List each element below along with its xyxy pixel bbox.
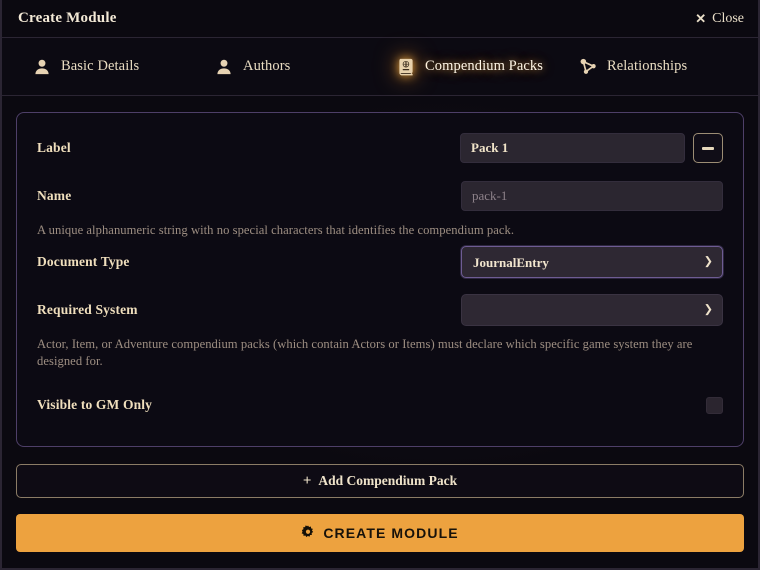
pack-label-input[interactable]	[460, 133, 685, 163]
field-row-name: Name	[37, 179, 723, 213]
pack-name-input[interactable]	[461, 181, 723, 211]
field-row-visible-gm-only: Visible to GM Only	[37, 388, 723, 422]
required-system-select[interactable]	[461, 294, 723, 327]
create-module-window: Create Module ✕ Close Basic Details Auth…	[0, 0, 760, 570]
minus-icon	[702, 146, 714, 150]
tab-label: Compendium Packs	[425, 58, 543, 74]
add-compendium-pack-label: Add Compendium Pack	[318, 473, 458, 488]
field-row-label: Label	[37, 131, 723, 165]
user-icon	[214, 57, 234, 77]
tab-label: Basic Details	[61, 58, 140, 74]
plus-icon: +	[302, 472, 312, 489]
name-field-hint: A unique alphanumeric string with no spe…	[37, 223, 515, 237]
user-icon	[32, 57, 52, 77]
page-title: Create Module	[18, 10, 117, 26]
visible-gm-only-label: Visible to GM Only	[37, 397, 153, 413]
window-header: Create Module ✕ Close	[2, 0, 758, 38]
field-row-document-type: Document Type JournalEntry ❯	[37, 245, 723, 279]
create-module-button[interactable]: CREATE MODULE	[16, 514, 744, 552]
cog-icon	[301, 524, 315, 542]
document-type-label: Document Type	[37, 254, 130, 270]
document-type-select-wrapper: JournalEntry ❯	[461, 246, 723, 279]
atlas-book-icon	[396, 57, 416, 77]
tab-bar: Basic Details Authors Compendium Packs R…	[2, 38, 758, 96]
tab-basic-details[interactable]: Basic Details	[16, 57, 198, 77]
close-x-icon: ✕	[695, 11, 707, 26]
required-system-label: Required System	[37, 302, 138, 318]
document-type-select[interactable]: JournalEntry	[461, 246, 723, 279]
create-module-label: CREATE MODULE	[323, 525, 459, 541]
name-field-controls	[461, 181, 723, 211]
label-field-label: Label	[37, 140, 71, 155]
pack-card: Label Name A unique alphanumeric string …	[16, 112, 744, 447]
required-system-hint: Actor, Item, or Adventure compendium pac…	[37, 337, 693, 369]
tab-authors[interactable]: Authors	[198, 57, 380, 77]
visible-gm-only-checkbox[interactable]	[706, 396, 723, 414]
remove-pack-button[interactable]	[693, 133, 723, 163]
close-button-label: Close	[712, 10, 744, 26]
required-system-select-wrapper: ❯	[461, 294, 723, 327]
tab-compendium-packs[interactable]: Compendium Packs	[380, 57, 562, 77]
diagram-project-icon	[578, 57, 598, 77]
tab-label: Relationships	[607, 58, 688, 74]
add-compendium-pack-button[interactable]: + Add Compendium Pack	[16, 464, 744, 498]
name-field-label: Name	[37, 188, 72, 203]
field-row-required-system: Required System ❯	[37, 293, 723, 327]
tab-relationships[interactable]: Relationships	[562, 57, 744, 77]
close-button[interactable]: ✕ Close	[695, 11, 744, 27]
tab-label: Authors	[243, 58, 291, 74]
compendium-packs-panel: Label Name A unique alphanumeric string …	[2, 96, 758, 568]
label-field-controls	[460, 133, 723, 163]
